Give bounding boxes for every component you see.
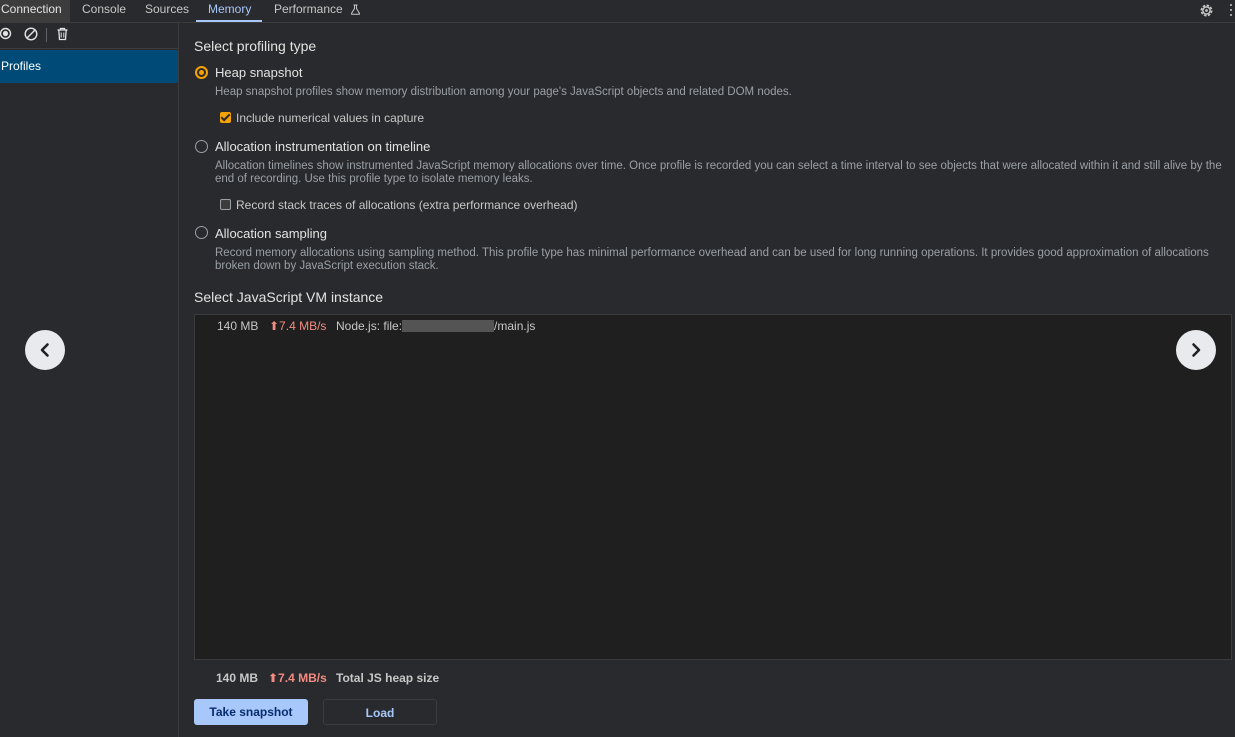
toolbar-divider xyxy=(46,28,47,42)
vm-name-suffix: /main.js xyxy=(494,319,536,333)
experiment-flask-icon xyxy=(350,4,361,16)
tab-connection[interactable]: Connection xyxy=(0,0,70,22)
allocation-sampling-description: Record memory allocations using sampling… xyxy=(215,247,1209,272)
settings-gear-icon[interactable] xyxy=(1198,2,1215,19)
vm-name-prefix: Node.js: file: xyxy=(336,319,403,333)
vm-instance-row[interactable]: 140 MB ⬆7.4 MB/s Node.js: file: /main.js xyxy=(195,319,1231,335)
allocation-sampling-label[interactable]: Allocation sampling xyxy=(215,226,327,241)
allocation-timeline-description: Allocation timelines show instrumented J… xyxy=(215,160,1222,185)
load-button[interactable]: Load xyxy=(323,699,437,725)
profiles-sidebar: Profiles xyxy=(0,23,179,737)
allocation-timeline-label[interactable]: Allocation instrumentation on timeline xyxy=(215,139,430,154)
include-numerical-values-checkbox[interactable] xyxy=(220,112,231,123)
total-heap-rate: ⬆7.4 MB/s xyxy=(268,671,327,685)
tab-performance[interactable]: Performance xyxy=(274,0,361,22)
tab-memory[interactable]: Memory xyxy=(208,0,251,22)
record-stack-traces-checkbox[interactable] xyxy=(220,199,231,210)
more-options-icon[interactable] xyxy=(1228,4,1234,18)
record-icon[interactable] xyxy=(0,27,13,40)
include-numerical-values-label[interactable]: Include numerical values in capture xyxy=(236,111,424,125)
heap-snapshot-label[interactable]: Heap snapshot xyxy=(215,65,302,80)
chevron-left-icon xyxy=(40,343,49,357)
tab-performance-label: Performance xyxy=(274,2,343,16)
total-heap-size: 140 MB xyxy=(216,671,259,685)
heap-snapshot-description: Heap snapshot profiles show memory distr… xyxy=(215,86,792,98)
sidebar-item-label: Profiles xyxy=(1,59,42,73)
previous-arrow-button[interactable] xyxy=(25,330,65,370)
chevron-right-icon xyxy=(1192,343,1201,357)
tab-sources[interactable]: Sources xyxy=(145,0,189,22)
vm-instance-list: 140 MB ⬆7.4 MB/s Node.js: file: /main.js xyxy=(194,314,1232,660)
next-arrow-button[interactable] xyxy=(1176,330,1216,370)
sidebar-item-profiles[interactable]: Profiles xyxy=(0,50,178,83)
profiling-type-heading: Select profiling type xyxy=(194,38,317,54)
allocation-sampling-radio[interactable] xyxy=(195,226,208,239)
trash-icon[interactable] xyxy=(56,27,69,41)
vm-instance-heading: Select JavaScript VM instance xyxy=(194,289,384,305)
take-snapshot-button[interactable]: Take snapshot xyxy=(194,699,308,725)
redacted-path xyxy=(402,319,495,332)
memory-main-panel: Select profiling type Heap snapshot Heap… xyxy=(179,23,1235,737)
heap-snapshot-radio[interactable] xyxy=(195,66,208,79)
clear-icon[interactable] xyxy=(24,27,38,41)
total-heap-label: Total JS heap size xyxy=(336,671,440,685)
vm-instance-name: Node.js: file: /main.js xyxy=(336,319,535,333)
vm-heap-size: 140 MB xyxy=(217,319,259,333)
vm-heap-rate: ⬆7.4 MB/s xyxy=(269,319,327,333)
active-tab-indicator xyxy=(196,20,262,22)
devtools-tabbar: Connection Console Sources Memory Perfor… xyxy=(0,0,1235,23)
allocation-timeline-radio[interactable] xyxy=(195,140,208,153)
sidebar-toolbar xyxy=(0,23,178,49)
record-stack-traces-label[interactable]: Record stack traces of allocations (extr… xyxy=(236,198,578,212)
tab-console[interactable]: Console xyxy=(82,0,126,22)
